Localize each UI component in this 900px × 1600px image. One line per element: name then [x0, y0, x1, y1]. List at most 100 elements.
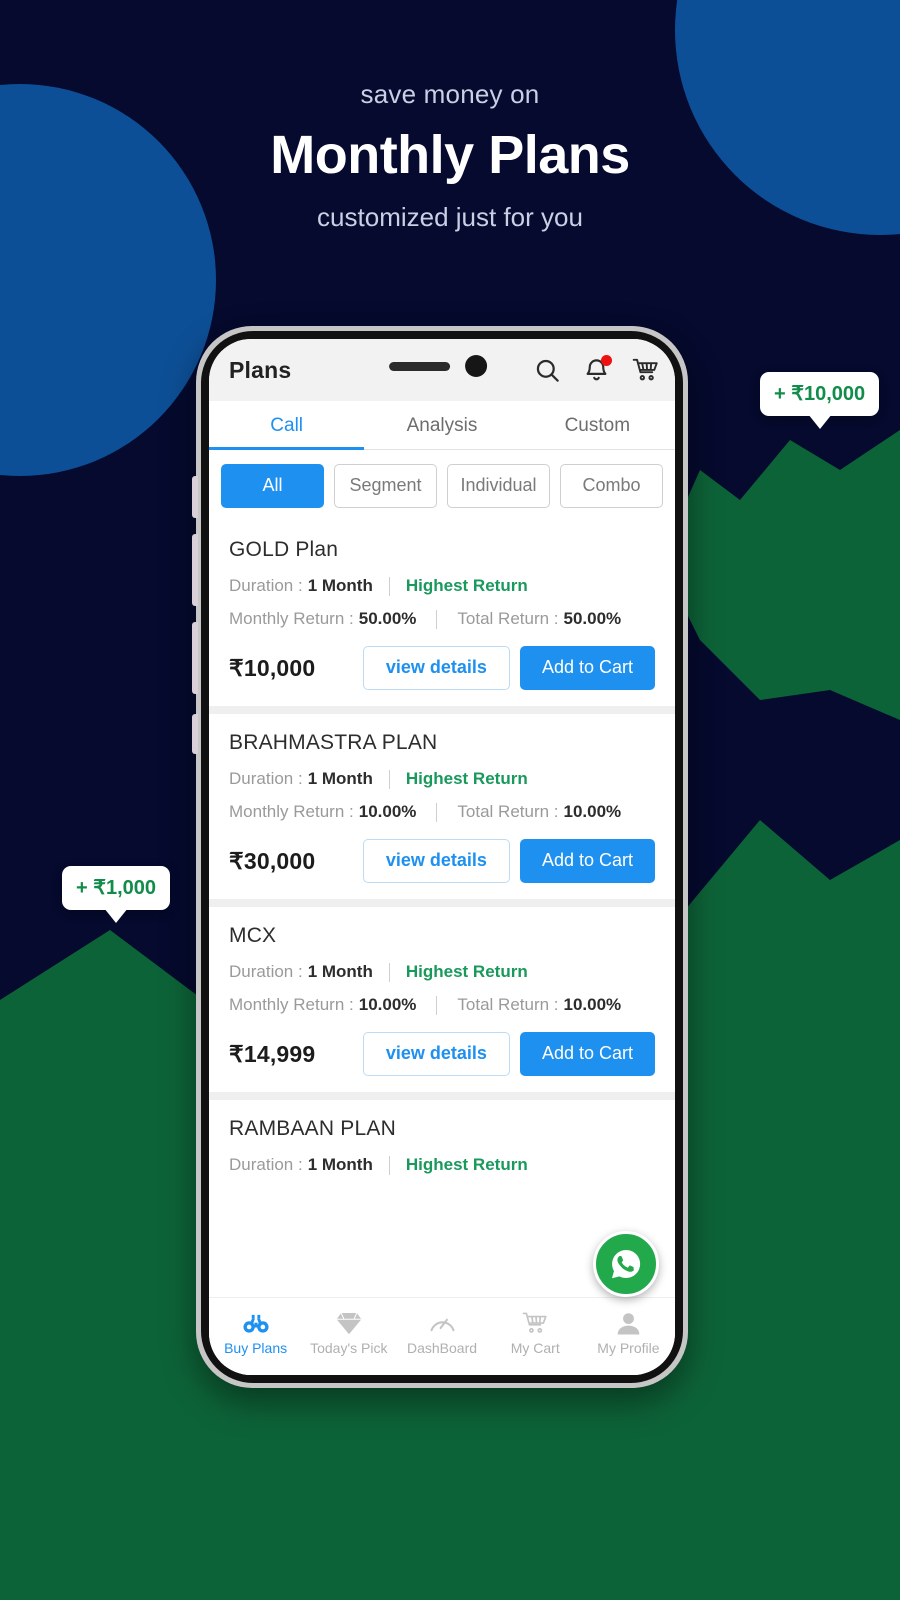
diamond-icon: [336, 1311, 362, 1335]
duration-label: Duration :: [229, 576, 303, 595]
duration-value: 1 Month: [307, 769, 373, 788]
notification-bell-icon[interactable]: [583, 354, 612, 384]
monthly-return-label: Monthly Return :: [229, 995, 354, 1014]
divider: [436, 802, 438, 822]
plan-returns-row: Monthly Return : 10.00% Total Return : 1…: [229, 995, 655, 1015]
tab-call[interactable]: Call: [209, 401, 365, 450]
duration-label: Duration :: [229, 962, 303, 981]
nav-item-todays-pick[interactable]: Today's Pick: [302, 1311, 395, 1356]
bottom-navigation: Buy Plans Today's Pick DashBoard My Cart…: [209, 1297, 675, 1375]
divider: [436, 609, 438, 629]
tab-call-label: Call: [270, 415, 304, 436]
nav-label-dashboard: DashBoard: [406, 1340, 478, 1356]
duration-label: Duration :: [229, 1155, 303, 1174]
phone-side-button-2: [192, 534, 198, 606]
plan-footer: ₹14,999 view details Add to Cart: [229, 1032, 655, 1076]
plan-name: BRAHMASTRA PLAN: [229, 731, 438, 754]
gauge-icon: [429, 1311, 456, 1335]
duration-value: 1 Month: [307, 576, 373, 595]
phone-side-button-3: [192, 622, 198, 694]
nav-label-buy-plans: Buy Plans: [224, 1340, 288, 1356]
binoculars-icon: [243, 1311, 269, 1335]
nav-label-todays-pick: Today's Pick: [310, 1340, 388, 1356]
cart-icon: [522, 1311, 548, 1335]
cart-icon[interactable]: [632, 357, 659, 384]
tab-custom[interactable]: Custom: [520, 401, 675, 449]
total-return-value: 50.00%: [563, 609, 622, 628]
add-to-cart-button[interactable]: Add to Cart: [519, 839, 655, 883]
plan-card[interactable]: GOLD Plan Duration : 1 Month Highest Ret…: [209, 521, 675, 706]
plan-tag: Highest Return: [405, 1155, 528, 1174]
plan-name: MCX: [229, 924, 277, 947]
monthly-return-value: 10.00%: [358, 995, 417, 1014]
plan-card[interactable]: BRAHMASTRA PLAN Duration : 1 Month Highe…: [209, 714, 675, 899]
plan-price: ₹30,000: [229, 847, 316, 874]
monthly-return-value: 50.00%: [358, 609, 417, 628]
plan-name: GOLD Plan: [229, 538, 339, 561]
plan-price: ₹14,999: [229, 1040, 316, 1067]
nav-item-my-cart[interactable]: My Cart: [489, 1311, 582, 1356]
plan-tag: Highest Return: [405, 962, 528, 981]
view-details-button[interactable]: view details: [362, 646, 510, 690]
tab-custom-label: Custom: [564, 415, 631, 436]
total-return-label: Total Return :: [457, 609, 559, 628]
filter-chip-all[interactable]: All: [221, 464, 324, 508]
monthly-return-label: Monthly Return :: [229, 609, 354, 628]
divider: [388, 769, 390, 789]
phone-screen: Plans Call Analysis Custom All Segment I…: [209, 339, 675, 1375]
plan-footer: ₹30,000 view details Add to Cart: [229, 839, 655, 883]
plan-name: RAMBAAN PLAN: [229, 1117, 396, 1140]
add-to-cart-button[interactable]: Add to Cart: [519, 1032, 655, 1076]
phone-side-button-1: [192, 476, 198, 518]
view-details-button[interactable]: view details: [362, 1032, 510, 1076]
plan-returns-row: Monthly Return : 10.00% Total Return : 1…: [229, 802, 655, 822]
earpiece-speaker: [389, 361, 451, 371]
plan-duration-row: Duration : 1 Month Highest Return: [229, 769, 655, 789]
duration-value: 1 Month: [307, 962, 373, 981]
divider: [388, 962, 390, 982]
nav-item-my-profile[interactable]: My Profile: [582, 1311, 675, 1356]
tab-analysis[interactable]: Analysis: [364, 401, 519, 449]
plan-card[interactable]: RAMBAAN PLAN Duration : 1 Month Highest …: [209, 1100, 675, 1177]
plan-returns-row: Monthly Return : 50.00% Total Return : 5…: [229, 609, 655, 629]
filter-chip-segment[interactable]: Segment: [334, 464, 437, 508]
divider: [436, 995, 438, 1015]
plan-footer: ₹10,000 view details Add to Cart: [229, 646, 655, 690]
plan-price: ₹10,000: [229, 654, 316, 681]
tab-analysis-label: Analysis: [406, 415, 478, 436]
plan-duration-row: Duration : 1 Month Highest Return: [229, 1155, 655, 1175]
nav-item-dashboard[interactable]: DashBoard: [395, 1311, 488, 1356]
duration-label: Duration :: [229, 769, 303, 788]
divider: [388, 576, 390, 596]
gain-bubble-10000: + ₹10,000: [760, 372, 880, 416]
filter-chip-individual[interactable]: Individual: [447, 464, 550, 508]
plan-list[interactable]: GOLD Plan Duration : 1 Month Highest Ret…: [209, 521, 675, 1177]
view-details-button[interactable]: view details: [362, 839, 510, 883]
total-return-label: Total Return :: [457, 802, 559, 821]
front-camera: [465, 355, 488, 377]
phone-side-button-4: [192, 714, 198, 754]
person-icon: [616, 1311, 641, 1335]
whatsapp-icon: [611, 1249, 641, 1279]
nav-item-buy-plans[interactable]: Buy Plans: [209, 1311, 302, 1356]
plan-duration-row: Duration : 1 Month Highest Return: [229, 576, 655, 596]
plan-tag: Highest Return: [405, 769, 528, 788]
total-return-label: Total Return :: [457, 995, 559, 1014]
filter-chip-row: All Segment Individual Combo: [209, 450, 675, 521]
add-to-cart-button[interactable]: Add to Cart: [519, 646, 655, 690]
nav-label-my-profile: My Profile: [597, 1340, 660, 1356]
plan-type-tabs: Call Analysis Custom: [209, 401, 675, 450]
plan-duration-row: Duration : 1 Month Highest Return: [229, 962, 655, 982]
nav-label-my-cart: My Cart: [510, 1340, 560, 1356]
total-return-value: 10.00%: [563, 802, 622, 821]
phone-mockup: Plans Call Analysis Custom All Segment I…: [192, 326, 688, 1388]
filter-chip-combo[interactable]: Combo: [560, 464, 663, 508]
whatsapp-fab[interactable]: [593, 1231, 659, 1297]
search-icon[interactable]: [534, 357, 561, 384]
plan-card[interactable]: MCX Duration : 1 Month Highest Return Mo…: [209, 907, 675, 1092]
phone-notch: [389, 355, 488, 377]
monthly-return-value: 10.00%: [358, 802, 417, 821]
app-header: Plans: [209, 339, 675, 401]
notification-badge: [601, 354, 612, 366]
plan-tag: Highest Return: [405, 576, 528, 595]
